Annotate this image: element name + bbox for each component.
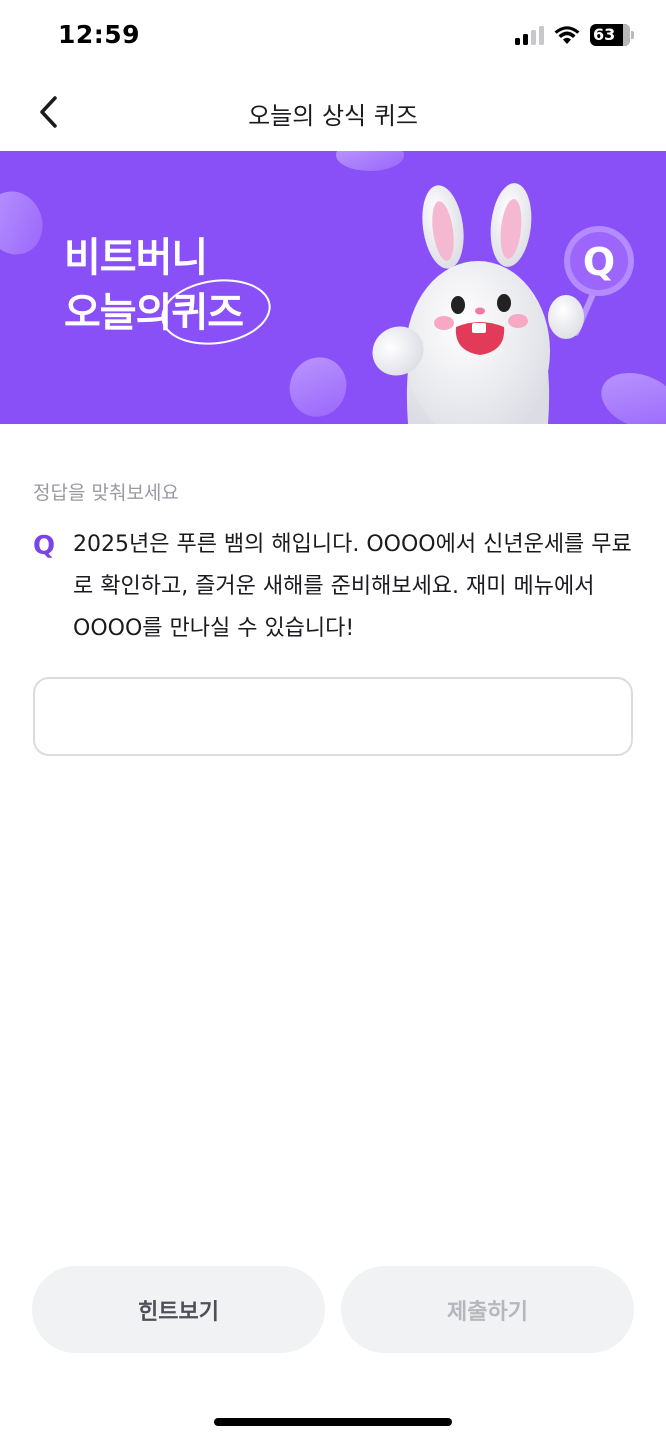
quiz-banner: Q 비트버니 오늘의퀴즈 xyxy=(0,151,666,424)
instruction-text: 정답을 맞춰보세요 xyxy=(33,482,179,504)
question-q-mark: Q xyxy=(33,531,56,561)
battery-level: 63 xyxy=(593,25,616,44)
banner-title-line1: 비트버니 xyxy=(64,235,208,281)
battery-icon: 63 xyxy=(590,24,634,46)
q-badge-letter: Q xyxy=(583,240,615,284)
question-text: 2025년은 푸른 뱀의 해입니다. OOOO에서 신년운세를 무료로 확인하고… xyxy=(73,532,632,641)
page-title: 오늘의 상식 퀴즈 xyxy=(248,102,418,130)
banner-title: 비트버니 오늘의퀴즈 xyxy=(64,231,244,341)
question-block: Q 2025년은 푸른 뱀의 해입니다. OOOO에서 신년운세를 무료로 확인… xyxy=(33,528,633,650)
nav-bar: 오늘의 상식 퀴즈 xyxy=(0,74,666,151)
submit-button[interactable]: 제출하기 xyxy=(341,1266,634,1353)
home-indicator xyxy=(214,1418,452,1426)
wifi-icon xyxy=(554,26,580,44)
signal-icon xyxy=(515,25,544,45)
banner-title-line2: 오늘의 xyxy=(64,290,172,336)
status-time: 12:59 xyxy=(58,20,141,49)
status-bar: 12:59 63 xyxy=(0,0,666,74)
bunny-mascot-illustration xyxy=(372,183,584,424)
status-icons: 63 xyxy=(515,24,634,46)
answer-input[interactable] xyxy=(33,677,633,756)
banner-title-circled: 퀴즈 xyxy=(171,286,244,341)
hint-button[interactable]: 힌트보기 xyxy=(32,1266,325,1353)
